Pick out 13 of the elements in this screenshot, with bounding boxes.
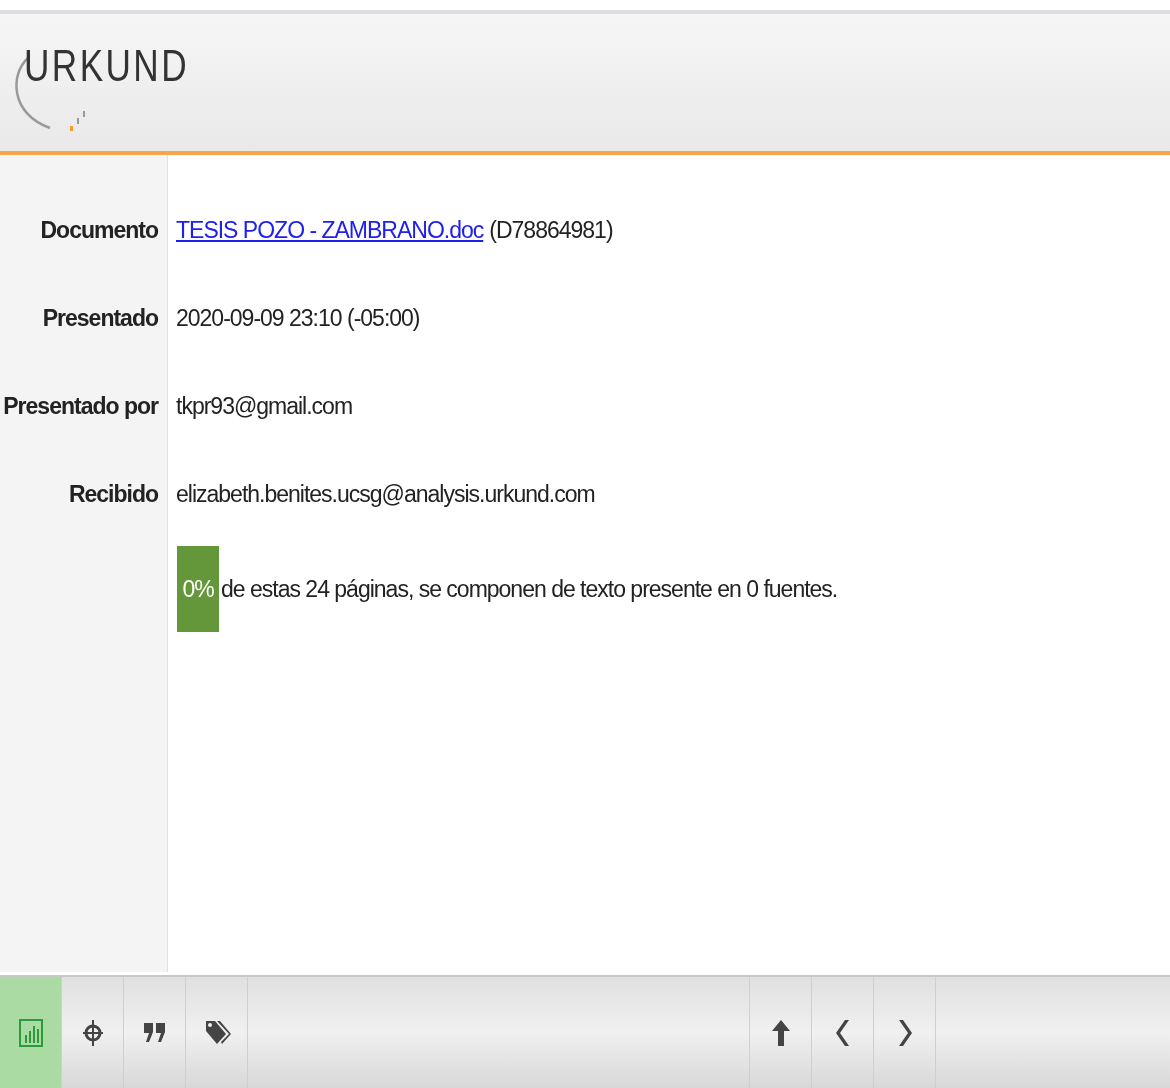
logo-text: URKUND: [24, 44, 189, 88]
field-label: Presentado: [41, 303, 159, 333]
field-label: Presentado por: [2, 391, 160, 421]
chart-icon: [16, 1016, 45, 1049]
score-text: de estas 24 páginas, se componen de texto presente en 0 fuentes.: [221, 574, 838, 604]
field-value: (D78864981): [489, 215, 613, 245]
field-value: elizabeth.benites.ucsg@analysis.urkund.com: [176, 479, 595, 509]
field-value: tkpr93@gmail.com: [176, 391, 353, 421]
field-label: Recibido: [67, 479, 159, 509]
field-value: 2020-09-09 23:10 (-05:00): [176, 303, 420, 333]
document-link[interactable]: TESIS POZO - ZAMBRANO.doc: [176, 212, 484, 248]
field-label: Documento: [39, 215, 159, 245]
score-badge: 0%: [177, 546, 219, 632]
